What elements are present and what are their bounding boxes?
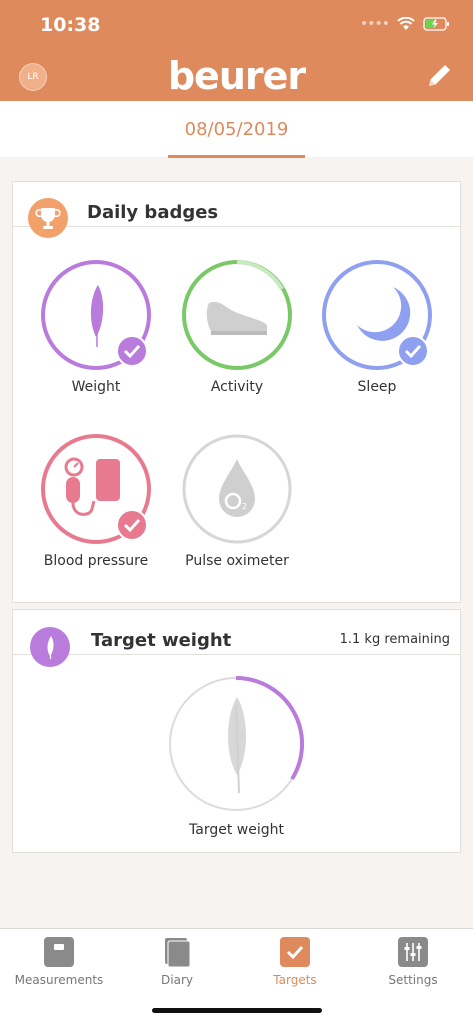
badge-sleep-label: Sleep (357, 379, 397, 395)
sliders-icon (398, 937, 428, 967)
target-weight-card[interactable]: Target weight 1.1 kg remaining Target we… (12, 609, 461, 853)
home-indicator[interactable] (152, 1008, 322, 1013)
app-logo: beurer (167, 54, 306, 98)
badge-weight-label: Weight (71, 379, 121, 395)
date-underline (168, 155, 305, 158)
tab-measurements-label: Measurements (14, 973, 104, 987)
daily-badges-card: Daily badges Weight Activity Sleep Blood… (12, 181, 461, 603)
target-weight-header: Target weight 1.1 kg remaining (13, 610, 460, 667)
badge-blood-pressure-label: Blood pressure (43, 553, 149, 569)
target-weight-label: Target weight (189, 822, 284, 838)
scale-icon (44, 937, 74, 967)
badge-activity[interactable]: Activity (167, 259, 307, 395)
book-icon (162, 937, 192, 967)
wifi-icon (397, 17, 415, 30)
badge-activity-label: Activity (210, 379, 264, 395)
feather-icon (30, 627, 70, 667)
shoe-icon (182, 260, 292, 370)
blood-pressure-icon (41, 434, 151, 544)
status-icons: •••• (360, 16, 451, 32)
status-time: 10:38 (40, 14, 101, 36)
oxygen-drop-icon: 2 (182, 434, 292, 544)
tab-settings[interactable]: Settings (354, 937, 472, 987)
tab-measurements[interactable]: Measurements (0, 937, 118, 987)
daily-badges-title: Daily badges (87, 202, 219, 223)
check-icon (280, 937, 310, 967)
tab-settings-label: Settings (388, 973, 438, 987)
tab-diary-label: Diary (161, 973, 193, 987)
badge-weight[interactable]: Weight (26, 259, 166, 395)
svg-text:2: 2 (242, 502, 247, 511)
badge-pulse-oximeter[interactable]: 2 Pulse oximeter (167, 433, 307, 569)
tab-diary[interactable]: Diary (118, 937, 236, 987)
moon-icon (322, 260, 432, 370)
daily-badges-header: Daily badges (13, 182, 460, 238)
header-bar: 10:38 •••• LR beurer (0, 0, 473, 101)
badge-blood-pressure[interactable]: Blood pressure (26, 433, 166, 569)
target-weight-ring (169, 676, 304, 811)
tab-targets-label: Targets (273, 973, 317, 987)
signal-icon: •••• (359, 16, 390, 32)
tab-targets[interactable]: Targets (236, 937, 354, 987)
date-bar[interactable]: 08/05/2019 (0, 101, 473, 158)
remaining-text: 1.1 kg remaining (339, 632, 450, 647)
badge-pulse-oximeter-label: Pulse oximeter (185, 553, 289, 569)
target-weight-title: Target weight (91, 630, 232, 651)
edit-pencil-icon[interactable] (423, 60, 455, 92)
trophy-icon (28, 198, 68, 238)
battery-icon (423, 17, 449, 31)
badge-sleep[interactable]: Sleep (307, 259, 447, 395)
feather-icon (41, 260, 151, 370)
selected-date[interactable]: 08/05/2019 (0, 119, 473, 140)
